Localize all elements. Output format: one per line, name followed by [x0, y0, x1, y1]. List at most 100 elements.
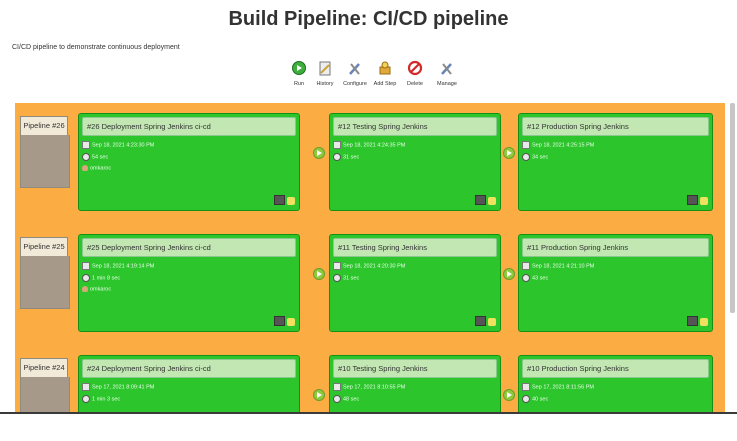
stage-date: Sep 17, 2021 8:11:56 PM	[522, 383, 594, 391]
clock-icon	[522, 395, 530, 403]
stage-duration: 1 min 3 sec	[82, 395, 120, 403]
stage-title-link[interactable]: #25 Deployment Spring Jenkins ci-cd	[82, 238, 296, 257]
user-icon	[82, 165, 88, 171]
stage-date: Sep 18, 2021 4:20:30 PM	[333, 262, 405, 270]
stage-box: #11 Testing Spring Jenkins Sep 18, 2021 …	[329, 234, 501, 332]
configure-label: Configure	[343, 81, 367, 87]
stage-duration: 31 sec	[333, 274, 359, 282]
calendar-icon	[82, 141, 90, 149]
stage-title-link[interactable]: #10 Production Spring Jenkins	[522, 359, 709, 378]
stage-title-link[interactable]: #12 Production Spring Jenkins	[522, 117, 709, 136]
calendar-icon	[522, 262, 530, 270]
arrow-right-icon	[503, 389, 515, 401]
arrow-right-icon	[313, 147, 325, 159]
clock-icon	[333, 274, 341, 282]
delete-button[interactable]: Delete	[398, 60, 432, 87]
clock-icon	[333, 153, 341, 161]
clock-icon	[522, 274, 530, 282]
pipeline-run-block	[20, 256, 70, 309]
clock-icon	[522, 153, 530, 161]
calendar-icon	[333, 262, 341, 270]
clock-icon	[333, 395, 341, 403]
trigger-icon[interactable]	[488, 197, 496, 205]
calendar-icon	[82, 383, 90, 391]
stage-date: Sep 18, 2021 4:21:10 PM	[522, 262, 594, 270]
user-icon	[82, 286, 88, 292]
delete-label: Delete	[407, 81, 423, 87]
history-button[interactable]: History	[308, 60, 342, 87]
pipeline-description: CI/CD pipeline to demonstrate continuous…	[12, 44, 180, 51]
stage-title-link[interactable]: #24 Deployment Spring Jenkins ci-cd	[82, 359, 296, 378]
stage-title-link[interactable]: #11 Production Spring Jenkins	[522, 238, 709, 257]
stage-date: Sep 18, 2021 4:25:15 PM	[522, 141, 594, 149]
trigger-icon[interactable]	[287, 197, 295, 205]
add-step-label: Add Step	[373, 81, 397, 87]
console-icon[interactable]	[274, 316, 285, 326]
stage-date: Sep 18, 2021 4:23:30 PM	[82, 141, 154, 149]
manage-button[interactable]: Manage	[430, 60, 464, 87]
run-icon	[292, 61, 306, 75]
calendar-icon	[333, 141, 341, 149]
stage-box: #12 Production Spring Jenkins Sep 18, 20…	[518, 113, 713, 211]
console-icon[interactable]	[274, 195, 285, 205]
stage-title-link[interactable]: #12 Testing Spring Jenkins	[333, 117, 497, 136]
trigger-icon[interactable]	[700, 318, 708, 326]
stage-box: #10 Testing Spring Jenkins Sep 17, 2021 …	[329, 355, 501, 413]
pipeline-run-label[interactable]: Pipeline #25	[20, 237, 68, 257]
pipeline-canvas: Pipeline #26 #26 Deployment Spring Jenki…	[15, 103, 725, 413]
horizontal-scrollbar[interactable]	[0, 412, 737, 414]
pipeline-run-label[interactable]: Pipeline #24	[20, 358, 68, 378]
stage-box: #10 Production Spring Jenkins Sep 17, 20…	[518, 355, 713, 413]
console-icon[interactable]	[687, 316, 698, 326]
stage-box: #25 Deployment Spring Jenkins ci-cd Sep …	[78, 234, 300, 332]
clock-icon	[82, 274, 90, 282]
stage-box: #26 Deployment Spring Jenkins ci-cd Sep …	[78, 113, 300, 211]
history-label: History	[316, 81, 334, 87]
stage-box: #24 Deployment Spring Jenkins ci-cd Sep …	[78, 355, 300, 413]
configure-button[interactable]: Configure	[338, 60, 372, 87]
stage-user: omkaroc	[82, 165, 111, 172]
stage-title-link[interactable]: #10 Testing Spring Jenkins	[333, 359, 497, 378]
stage-duration: 43 sec	[522, 274, 548, 282]
stage-duration: 34 sec	[522, 153, 548, 161]
trigger-icon[interactable]	[700, 197, 708, 205]
arrow-right-icon	[313, 389, 325, 401]
trigger-icon[interactable]	[287, 318, 295, 326]
calendar-icon	[522, 383, 530, 391]
console-icon[interactable]	[475, 316, 486, 326]
vertical-scrollbar[interactable]	[730, 103, 735, 313]
add-step-icon	[379, 61, 391, 75]
manage-label: Manage	[437, 81, 457, 87]
arrow-right-icon	[313, 268, 325, 280]
stage-box: #11 Production Spring Jenkins Sep 18, 20…	[518, 234, 713, 332]
stage-date: Sep 17, 2021 8:10:55 PM	[333, 383, 405, 391]
stage-duration: 54 sec	[82, 153, 108, 161]
pipeline-run-block	[20, 377, 70, 413]
stage-title-link[interactable]: #26 Deployment Spring Jenkins ci-cd	[82, 117, 296, 136]
pipeline-run-block	[20, 135, 70, 188]
stage-duration: 31 sec	[333, 153, 359, 161]
stage-user: omkaroc	[82, 286, 111, 293]
page-title: Build Pipeline: CI/CD pipeline	[228, 8, 509, 30]
history-icon	[319, 61, 331, 76]
console-icon[interactable]	[687, 195, 698, 205]
trigger-icon[interactable]	[488, 318, 496, 326]
stage-date: Sep 18, 2021 4:19:14 PM	[82, 262, 154, 270]
calendar-icon	[333, 383, 341, 391]
add-step-button[interactable]: Add Step	[368, 60, 402, 87]
stage-date: Sep 18, 2021 4:24:35 PM	[333, 141, 405, 149]
clock-icon	[82, 395, 90, 403]
stage-duration: 1 min 8 sec	[82, 274, 120, 282]
calendar-icon	[522, 141, 530, 149]
calendar-icon	[82, 262, 90, 270]
pipeline-run-label[interactable]: Pipeline #26	[20, 116, 68, 136]
stage-date: Sep 17, 2021 8:09:41 PM	[82, 383, 154, 391]
stage-title-link[interactable]: #11 Testing Spring Jenkins	[333, 238, 497, 257]
stage-duration: 48 sec	[333, 395, 359, 403]
console-icon[interactable]	[475, 195, 486, 205]
stage-box: #12 Testing Spring Jenkins Sep 18, 2021 …	[329, 113, 501, 211]
clock-icon	[82, 153, 90, 161]
arrow-right-icon	[503, 147, 515, 159]
wrench-icon	[349, 63, 360, 75]
stage-duration: 40 sec	[522, 395, 548, 403]
